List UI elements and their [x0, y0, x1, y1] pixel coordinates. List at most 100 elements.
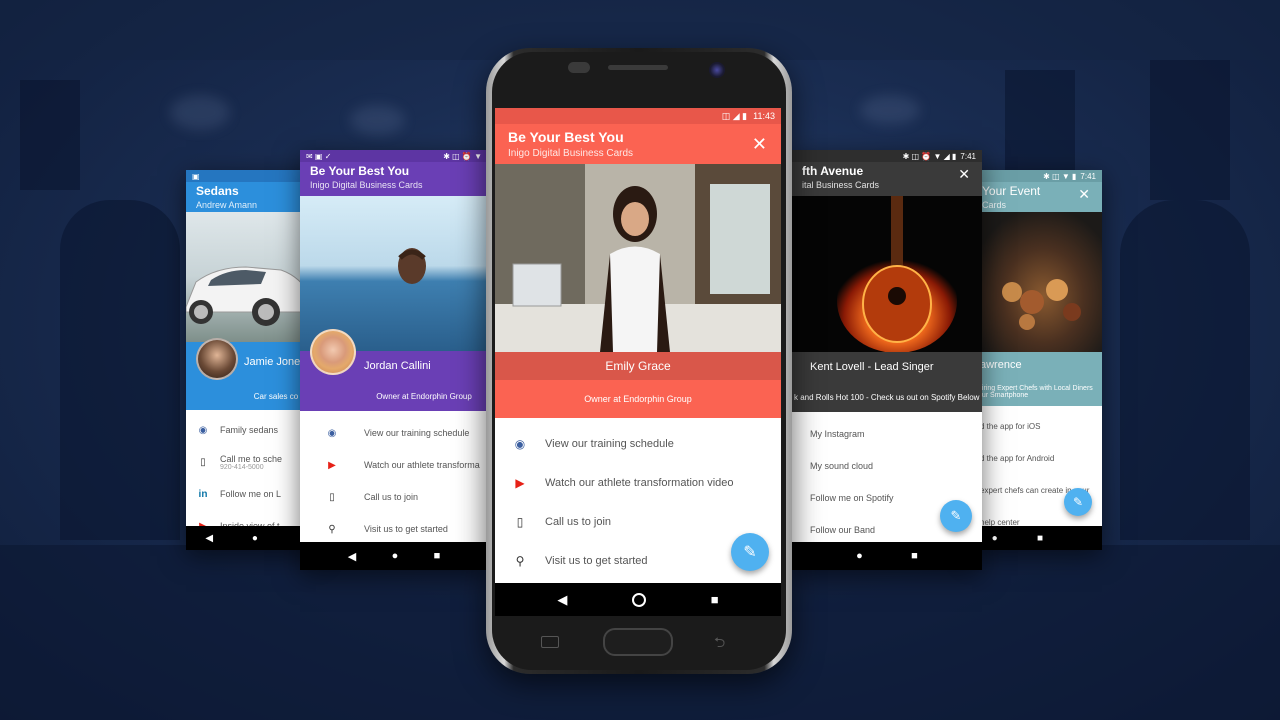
list-item[interactable]: d the app for iOS: [972, 410, 1102, 442]
edit-fab[interactable]: ✎: [940, 500, 972, 532]
image-icon: ▣: [192, 171, 200, 181]
home-icon[interactable]: ●: [252, 533, 258, 544]
youtube-icon: ▶: [328, 459, 336, 471]
card-title: Be Your Best You: [310, 164, 410, 178]
clock: 7:41: [1080, 171, 1096, 181]
card-sedans: ▣ Sedans Andrew Amann Jamie Jones Car sa…: [186, 170, 316, 550]
background-lamp: [350, 105, 405, 135]
list-item[interactable]: ▯ Call us to join: [300, 481, 488, 513]
background-person: [1120, 200, 1250, 540]
recents-icon[interactable]: ■: [711, 592, 719, 607]
back-key-icon[interactable]: ⮌: [714, 632, 725, 656]
status-bar: ✱ ◫ ⏰ ▼ ◢ ▮ 7:41: [792, 150, 982, 162]
back-icon[interactable]: ◀: [205, 533, 213, 544]
location-pin-icon: ⚲: [515, 553, 525, 568]
office-illustration: [495, 164, 781, 352]
nav-bar: ◀ ● ■: [300, 542, 488, 570]
phone-sensor: [568, 62, 590, 73]
name-bar: awrence: [972, 352, 1102, 378]
app-bar: fth Avenue ital Business Cards ✕: [792, 162, 982, 196]
card-role: k and Rolls Hot 100 - Check us out on Sp…: [792, 382, 982, 412]
card-subtitle: Inigo Digital Business Cards: [508, 148, 634, 159]
name-bar: Jordan Callini: [300, 329, 488, 381]
clock: 11:43: [753, 111, 775, 121]
avatar: [196, 338, 238, 380]
pencil-icon: ✎: [743, 544, 757, 561]
pencil-icon: ✎: [950, 508, 962, 523]
nav-bar: ◀ ●: [186, 526, 316, 550]
list-item[interactable]: ◉ View our training schedule: [495, 424, 781, 463]
phone-icon: ▯: [516, 514, 524, 529]
list-item[interactable]: My sound cloud: [792, 450, 982, 482]
list-item[interactable]: My Instagram: [792, 418, 982, 450]
home-icon[interactable]: [632, 592, 647, 607]
guitar-illustration: [837, 196, 957, 352]
card-subtitle: Inigo Digital Business Cards: [310, 180, 423, 190]
edit-fab[interactable]: ✎: [731, 533, 769, 571]
list-item[interactable]: d the app for Android: [972, 442, 1102, 474]
card-title: Sedans: [196, 184, 239, 198]
system-icons: ✱ ◫ ▼ ▮: [1043, 171, 1077, 181]
phone-camera: [709, 62, 725, 78]
background-window: [20, 80, 80, 190]
card-role: Owner at Endorphin Group: [300, 381, 488, 411]
card-role: Owner at Endorphin Group: [495, 380, 781, 418]
background-person: [60, 200, 180, 540]
list-item[interactable]: ▶ Watch our athlete transformation video: [495, 463, 781, 502]
list-item[interactable]: ▯ Call us to join: [495, 502, 781, 541]
card-name: Jordan Callini: [364, 360, 431, 372]
list-item[interactable]: ⚲ Visit us to get started: [300, 513, 488, 545]
recents-key-icon[interactable]: [541, 636, 559, 648]
close-icon[interactable]: ✕: [958, 166, 970, 183]
hero-image-office: [495, 164, 781, 352]
recents-icon[interactable]: ■: [1037, 533, 1043, 544]
card-subtitle: ital Business Cards: [802, 180, 880, 190]
recents-icon[interactable]: ■: [911, 550, 918, 562]
home-icon[interactable]: ●: [856, 550, 863, 562]
list-item[interactable]: in Follow me on L: [186, 478, 316, 510]
car-illustration: [186, 266, 312, 326]
card-role: Car sales co: [186, 382, 316, 410]
hero-image-diver: [300, 196, 488, 351]
status-bar: ✉ ▣ ✓ ✱ ◫ ⏰ ▼: [300, 150, 488, 162]
system-icons: ✱ ◫ ⏰ ▼ ◢ ▮: [902, 151, 957, 161]
linkedin-icon: in: [198, 488, 208, 500]
list-item[interactable]: ▶ Watch our athlete transforma: [300, 449, 488, 481]
link-list: ◉ Family sedans ▯ Call me to sche 920-414-5…: [186, 410, 316, 542]
background-window: [1150, 60, 1230, 200]
card-name: Emily Grace: [495, 352, 781, 380]
clock: 7:41: [960, 151, 976, 161]
status-bar: ✱ ◫ ▼ ▮ 7:41: [972, 170, 1102, 182]
location-pin-icon: ⚲: [328, 523, 336, 535]
globe-icon: ◉: [327, 427, 337, 439]
card-subtitle: Cards: [982, 200, 1007, 210]
home-icon[interactable]: ●: [392, 550, 399, 562]
globe-icon: ◉: [198, 424, 208, 436]
hero-image-flaming-guitar: [792, 196, 982, 352]
phone-icon: ▯: [329, 491, 335, 503]
card-title: fth Avenue: [802, 164, 864, 178]
back-icon[interactable]: ◀: [348, 550, 356, 563]
system-icons: ◫ ◢ ▮: [721, 110, 748, 121]
main-screen: ◫ ◢ ▮ 11:43 Be Your Best You Inigo Digit…: [495, 108, 781, 616]
card-name: Jamie Jones: [244, 356, 306, 368]
back-icon[interactable]: ◀: [557, 592, 567, 608]
card-jordan-callini: ✉ ▣ ✓ ✱ ◫ ⏰ ▼ Be Your Best You Inigo Digi…: [300, 150, 488, 570]
edit-fab[interactable]: ✎: [1064, 488, 1092, 516]
link-list: d the app for iOS d the app for Android …: [972, 406, 1102, 538]
recents-icon[interactable]: ■: [434, 550, 441, 562]
home-icon[interactable]: ●: [992, 533, 998, 544]
phone-icon: ▯: [200, 456, 206, 468]
youtube-icon: ▶: [515, 475, 525, 490]
phone-home-button[interactable]: [603, 628, 673, 656]
nav-bar: ◀ ■: [495, 583, 781, 616]
close-icon[interactable]: ✕: [752, 134, 767, 155]
list-item[interactable]: ▯ Call me to sche 920-414-5000: [186, 446, 316, 478]
hero-image-car: [186, 212, 316, 342]
close-icon[interactable]: ✕: [1078, 186, 1090, 203]
card-title: Your Event: [982, 184, 1041, 198]
avatar: [310, 329, 356, 375]
list-item[interactable]: ◉ Family sedans: [186, 414, 316, 446]
app-bar: Be Your Best You Inigo Digital Business …: [300, 162, 488, 196]
list-item[interactable]: ◉ View our training schedule: [300, 417, 488, 449]
